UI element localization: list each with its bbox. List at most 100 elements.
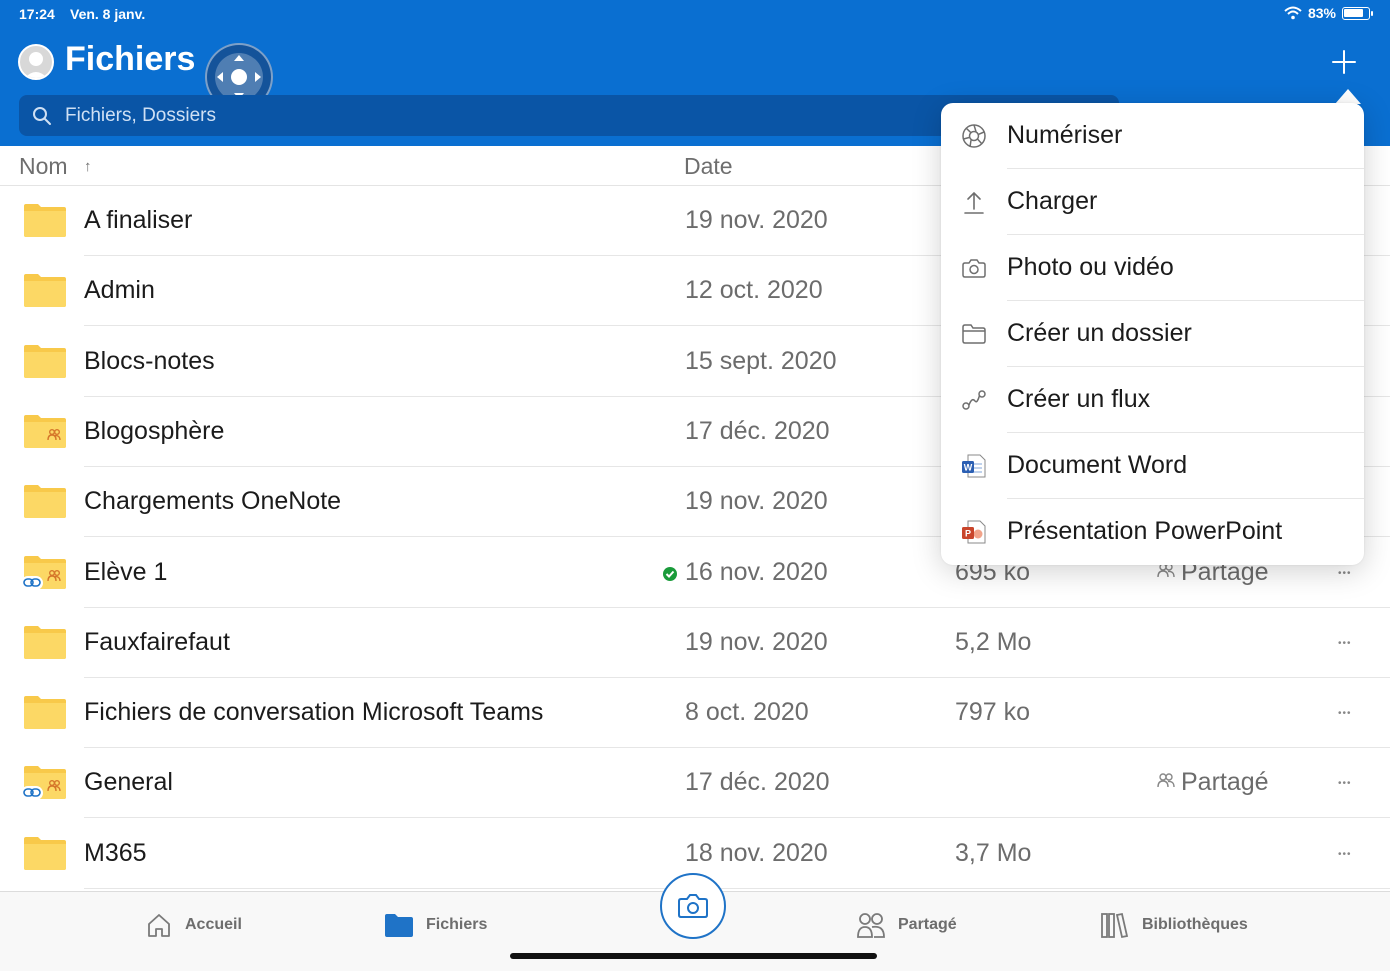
folder-icon <box>23 272 67 308</box>
folder-icon <box>23 202 67 238</box>
row-share-label: Partagé <box>1181 768 1269 797</box>
row-name: Blocs-notes <box>84 346 215 375</box>
row-date: 18 nov. 2020 <box>685 838 828 867</box>
folder-icon <box>23 483 67 519</box>
folder-icon <box>23 624 67 660</box>
nav-home-label: Accueil <box>185 916 242 933</box>
battery-percent: 83% <box>1307 5 1336 21</box>
menu-item-flow[interactable]: Créer un flux <box>941 367 1364 433</box>
menu-pointer <box>1335 89 1361 104</box>
menu-item-label: Numériser <box>1007 121 1123 149</box>
table-row[interactable]: Fauxfairefaut 19 nov. 2020 5,2 Mo ••• <box>0 608 1390 678</box>
row-name: Fichiers de conversation Microsoft Teams <box>84 698 544 727</box>
nav-home[interactable]: Accueil <box>145 908 242 942</box>
status-time: 17:24 <box>19 6 55 22</box>
folder-icon <box>23 343 67 379</box>
people-icon <box>857 913 885 938</box>
library-icon <box>1101 912 1129 939</box>
status-right: 83% <box>1284 5 1373 21</box>
column-header-date[interactable]: Date <box>684 153 733 180</box>
menu-item-aperture[interactable]: Numériser <box>941 103 1364 169</box>
status-date: Ven. 8 janv. <box>70 6 146 22</box>
sync-status-icon <box>663 566 677 581</box>
table-row[interactable]: General 17 déc. 2020 Partagé ••• <box>0 748 1390 819</box>
home-icon <box>148 914 170 937</box>
plus-icon <box>1332 50 1356 74</box>
row-name: Admin <box>84 276 155 305</box>
row-date: 8 oct. 2020 <box>685 698 809 727</box>
add-menu: Numériser Charger Photo ou vidéo Créer un d… <box>941 103 1364 565</box>
wifi-icon <box>1284 6 1302 20</box>
table-row[interactable]: Fichiers de conversation Microsoft Teams… <box>0 678 1390 749</box>
nav-shared-label: Partagé <box>898 916 957 933</box>
folder-icon <box>23 694 67 730</box>
menu-item-label: Charger <box>1007 187 1098 215</box>
row-name: Blogosphère <box>84 416 225 445</box>
more-options-icon[interactable]: ••• <box>1338 849 1352 860</box>
row-size: 797 ko <box>955 698 1031 727</box>
more-options-icon[interactable]: ••• <box>1338 708 1352 719</box>
menu-item-label: Photo ou vidéo <box>1007 253 1174 281</box>
menu-item-label: Créer un dossier <box>1007 319 1192 347</box>
menu-item-camera[interactable]: Photo ou vidéo <box>941 235 1364 301</box>
row-date: 17 déc. 2020 <box>685 768 830 797</box>
row-date: 19 nov. 2020 <box>685 487 828 516</box>
folder-icon <box>23 835 67 871</box>
add-button[interactable] <box>1328 46 1360 78</box>
flow-icon <box>961 387 987 413</box>
battery-icon <box>1342 6 1373 20</box>
page-title: Fichiers <box>65 40 196 78</box>
more-options-icon[interactable]: ••• <box>1338 638 1352 649</box>
avatar[interactable] <box>18 44 54 80</box>
row-name: A finaliser <box>84 206 193 234</box>
svg-text:W: W <box>964 463 973 473</box>
row-share-status: Partagé <box>1157 768 1269 797</box>
more-options-icon[interactable]: ••• <box>1338 568 1352 579</box>
shared-linked-folder-icon <box>21 554 67 590</box>
nav-files-label: Fichiers <box>426 916 488 933</box>
row-divider <box>84 887 1390 889</box>
aperture-icon <box>961 123 987 149</box>
row-name: General <box>84 768 173 797</box>
nav-files[interactable]: Fichiers <box>384 908 487 942</box>
status-bar: 17:24 Ven. 8 janv. 83% <box>0 0 1390 28</box>
menu-item-word[interactable]: W Document Word <box>941 433 1364 499</box>
camera-icon <box>961 255 987 281</box>
row-name: Elève 1 <box>84 557 168 586</box>
row-date: 12 oct. 2020 <box>685 276 823 305</box>
camera-icon <box>678 894 708 918</box>
row-date: 19 nov. 2020 <box>685 206 828 234</box>
svg-text:P: P <box>965 529 971 539</box>
row-name: M365 <box>84 838 147 867</box>
more-options-icon[interactable]: ••• <box>1338 778 1352 789</box>
row-name: Fauxfairefaut <box>84 627 230 656</box>
nav-libraries[interactable]: Bibliothèques <box>1100 908 1248 942</box>
upload-icon <box>961 189 987 215</box>
menu-item-folder-outline[interactable]: Créer un dossier <box>941 301 1364 367</box>
row-date: 16 nov. 2020 <box>685 557 828 586</box>
folder-icon <box>385 914 413 937</box>
menu-item-label: Document Word <box>1007 451 1188 479</box>
row-name: Chargements OneNote <box>84 487 342 516</box>
folder-outline-icon <box>961 321 987 347</box>
camera-button[interactable] <box>660 873 726 939</box>
menu-item-powerpoint[interactable]: P Présentation PowerPoint <box>941 499 1364 565</box>
menu-item-label: Présentation PowerPoint <box>1007 517 1283 545</box>
menu-item-upload[interactable]: Charger <box>941 169 1364 235</box>
word-icon: W <box>961 453 987 479</box>
powerpoint-icon: P <box>961 519 987 545</box>
shared-folder-icon <box>23 413 67 449</box>
nav-shared[interactable]: Partagé <box>856 908 957 942</box>
menu-item-label: Créer un flux <box>1007 385 1151 413</box>
search-input[interactable] <box>65 95 765 136</box>
sort-ascending-icon[interactable]: ↑ <box>84 158 92 175</box>
column-header-name[interactable]: Nom <box>19 153 68 180</box>
nav-libraries-label: Bibliothèques <box>1142 916 1248 933</box>
shared-linked-folder-icon <box>21 764 67 801</box>
row-date: 15 sept. 2020 <box>685 346 837 375</box>
row-date: 19 nov. 2020 <box>685 627 828 656</box>
row-date: 17 déc. 2020 <box>685 416 830 445</box>
home-indicator[interactable] <box>510 953 877 959</box>
shared-people-icon <box>1157 773 1175 788</box>
row-size: 3,7 Mo <box>955 838 1032 867</box>
